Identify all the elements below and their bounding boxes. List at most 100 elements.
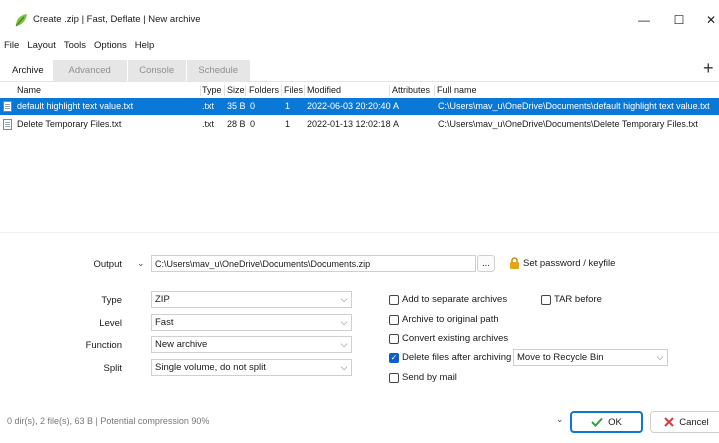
menu-layout[interactable]: Layout bbox=[23, 39, 60, 53]
column-separator[interactable] bbox=[304, 85, 305, 96]
checkbox-box bbox=[389, 372, 399, 383]
menu-file[interactable]: File bbox=[0, 39, 23, 53]
column-separator[interactable] bbox=[389, 85, 390, 96]
chevron-down-icon: ⌵ bbox=[340, 317, 348, 327]
delete-target-value: Move to Recycle Bin bbox=[517, 352, 604, 363]
cancel-label: Cancel bbox=[679, 416, 709, 428]
set-password-link[interactable]: Set password / keyfile bbox=[509, 257, 615, 269]
column-size[interactable]: Size bbox=[227, 83, 245, 97]
output-path-value: C:\Users\mav_u\OneDrive\Documents\Docume… bbox=[155, 258, 371, 269]
file-full-name: C:\Users\mav_u\OneDrive\Documents\defaul… bbox=[438, 101, 710, 111]
close-button[interactable]: ✕ bbox=[700, 9, 719, 31]
send-by-mail-checkbox[interactable]: Send by mail bbox=[389, 372, 457, 383]
checkbox-box bbox=[389, 333, 399, 344]
level-select[interactable]: Fast ⌵ bbox=[151, 314, 352, 331]
file-modified: 2022-01-13 12:02:18 bbox=[307, 119, 391, 129]
menu-bar: File Layout Tools Options Help bbox=[0, 39, 158, 53]
level-value: Fast bbox=[155, 317, 174, 328]
file-size: 35 B bbox=[227, 101, 246, 111]
file-files: 1 bbox=[285, 119, 291, 129]
file-type: .txt bbox=[202, 101, 215, 111]
pane-divider bbox=[0, 232, 719, 233]
column-separator[interactable] bbox=[224, 85, 225, 96]
menu-options[interactable]: Options bbox=[90, 39, 131, 53]
file-modified: 2022-06-03 20:20:40 bbox=[307, 101, 391, 111]
browse-button[interactable]: ... bbox=[477, 255, 495, 272]
file-files: 1 bbox=[285, 101, 291, 111]
function-select[interactable]: New archive ⌵ bbox=[151, 336, 352, 353]
cancel-button[interactable]: Cancel bbox=[650, 411, 719, 433]
file-name: default highlight text value.txt bbox=[17, 101, 134, 111]
column-attributes[interactable]: Attributes bbox=[392, 83, 430, 97]
column-files[interactable]: Files bbox=[284, 83, 303, 97]
output-label: Output bbox=[93, 259, 122, 270]
tar-before-checkbox[interactable]: TAR before bbox=[541, 294, 602, 305]
archive-to-original-checkbox[interactable]: Archive to original path bbox=[389, 314, 499, 325]
column-folders[interactable]: Folders bbox=[249, 83, 279, 97]
file-row[interactable]: Delete Temporary Files.txt .txt 28 B 0 1… bbox=[0, 116, 719, 133]
ok-options-chevron-icon[interactable]: ⌄ bbox=[556, 414, 564, 425]
maximize-button[interactable]: ☐ bbox=[668, 9, 690, 31]
function-label: Function bbox=[85, 340, 122, 351]
cancel-x-icon bbox=[664, 417, 674, 427]
column-separator[interactable] bbox=[200, 85, 201, 96]
chevron-down-icon: ⌵ bbox=[340, 362, 348, 372]
checkbox-box bbox=[541, 294, 551, 305]
split-value: Single volume, do not split bbox=[155, 362, 266, 373]
file-attributes: A bbox=[393, 119, 400, 129]
tar-before-label: TAR before bbox=[554, 294, 602, 305]
menu-tools[interactable]: Tools bbox=[60, 39, 90, 53]
split-label: Split bbox=[103, 363, 122, 374]
app-leaf-icon bbox=[15, 14, 27, 27]
column-type[interactable]: Type bbox=[202, 83, 222, 97]
delete-after-checkbox[interactable]: ✓ Delete files after archiving bbox=[389, 352, 511, 363]
file-full-name: C:\Users\mav_u\OneDrive\Documents\Delete… bbox=[438, 119, 698, 129]
type-select[interactable]: ZIP ⌵ bbox=[151, 291, 352, 308]
minimize-button[interactable]: — bbox=[633, 9, 655, 31]
text-file-icon bbox=[3, 101, 12, 112]
split-select[interactable]: Single volume, do not split ⌵ bbox=[151, 359, 352, 376]
set-password-label: Set password / keyfile bbox=[523, 257, 616, 269]
column-modified[interactable]: Modified bbox=[307, 83, 341, 97]
checkbox-box bbox=[389, 314, 399, 325]
file-row[interactable]: default highlight text value.txt .txt 35… bbox=[0, 98, 719, 115]
tab-advanced[interactable]: Advanced bbox=[51, 60, 127, 81]
file-name: Delete Temporary Files.txt bbox=[17, 119, 122, 129]
add-to-separate-checkbox[interactable]: Add to separate archives bbox=[389, 294, 507, 305]
convert-existing-label: Convert existing archives bbox=[402, 333, 509, 344]
delete-after-label: Delete files after archiving bbox=[402, 352, 512, 363]
column-full-name[interactable]: Full name bbox=[437, 83, 477, 97]
check-icon bbox=[591, 417, 603, 427]
tab-schedule[interactable]: Schedule bbox=[185, 60, 250, 81]
title-bar: Create .zip | Fast, Deflate | New archiv… bbox=[0, 0, 719, 38]
level-label: Level bbox=[99, 318, 122, 329]
file-folders: 0 bbox=[250, 119, 256, 129]
convert-existing-checkbox[interactable]: Convert existing archives bbox=[389, 333, 508, 344]
file-size: 28 B bbox=[227, 119, 246, 129]
menu-help[interactable]: Help bbox=[131, 39, 159, 53]
tab-console[interactable]: Console bbox=[126, 60, 186, 81]
function-value: New archive bbox=[155, 339, 208, 350]
ok-label: OK bbox=[608, 416, 622, 428]
column-name[interactable]: Name bbox=[17, 83, 41, 97]
output-history-chevron-icon[interactable]: ⌄ bbox=[137, 258, 145, 269]
column-separator[interactable] bbox=[281, 85, 282, 96]
add-tab-button[interactable]: + bbox=[703, 58, 714, 78]
column-separator[interactable] bbox=[245, 85, 246, 96]
status-text: 0 dir(s), 2 file(s), 63 B | Potential co… bbox=[7, 416, 210, 426]
file-type: .txt bbox=[202, 119, 215, 129]
tab-archive[interactable]: Archive bbox=[4, 60, 52, 81]
output-path-input[interactable]: C:\Users\mav_u\OneDrive\Documents\Docume… bbox=[151, 255, 476, 272]
type-label: Type bbox=[101, 295, 122, 306]
column-separator[interactable] bbox=[434, 85, 435, 96]
text-file-icon bbox=[3, 119, 12, 130]
file-folders: 0 bbox=[250, 101, 256, 111]
window-title: Create .zip | Fast, Deflate | New archiv… bbox=[33, 14, 201, 25]
delete-target-select[interactable]: Move to Recycle Bin ⌵ bbox=[513, 349, 668, 366]
checkbox-box bbox=[389, 294, 399, 305]
archive-to-original-label: Archive to original path bbox=[402, 314, 499, 325]
file-attributes: A bbox=[393, 101, 400, 111]
chevron-down-icon: ⌵ bbox=[340, 339, 348, 349]
ok-button[interactable]: OK bbox=[570, 411, 643, 433]
chevron-down-icon: ⌵ bbox=[340, 294, 348, 304]
